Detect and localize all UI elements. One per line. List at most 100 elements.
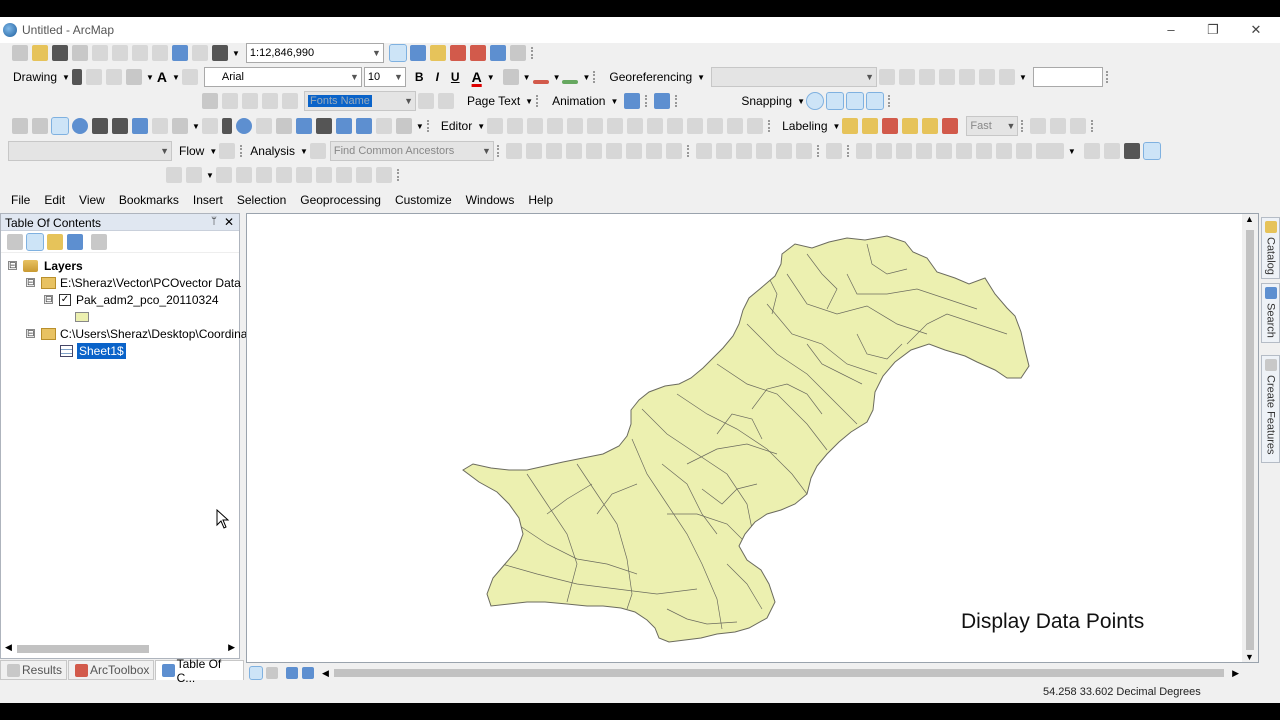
cogo-tool-7-icon[interactable]: [295, 167, 312, 183]
map-vertical-scrollbar[interactable]: ▲ ▼: [1242, 214, 1258, 662]
clear-selection-icon[interactable]: [201, 118, 218, 134]
toolbar-grip[interactable]: [888, 95, 892, 107]
edge-snapping-icon[interactable]: [866, 92, 885, 110]
toolbar-grip[interactable]: [816, 145, 821, 157]
util-tool-29-icon[interactable]: [1142, 142, 1161, 160]
scroll-thumb[interactable]: [17, 645, 149, 653]
pause-labeling-icon[interactable]: [882, 118, 899, 134]
arctoolbox-icon[interactable]: [469, 45, 486, 61]
create-features-dock-tab[interactable]: Create Features: [1261, 355, 1280, 463]
polygon-symbol-swatch[interactable]: [75, 311, 89, 322]
toolbar-grip[interactable]: [846, 145, 851, 157]
map-view[interactable]: Display Data Points ▲ ▼: [246, 213, 1259, 663]
toolbar-grip[interactable]: [1105, 71, 1110, 83]
endpoint-arc-icon[interactable]: [547, 118, 564, 134]
sketch-properties-icon[interactable]: [727, 118, 744, 134]
util-tool-26-icon[interactable]: [1083, 143, 1100, 159]
collapse-icon[interactable]: ⊟: [26, 329, 35, 338]
util-tool-20-icon[interactable]: [915, 143, 932, 159]
cogo-tool-1-icon[interactable]: [166, 167, 182, 183]
collapse-icon[interactable]: ⊟: [8, 261, 17, 270]
cogo-tool-10-icon[interactable]: [355, 167, 372, 183]
list-by-drawing-order-icon[interactable]: [7, 233, 23, 250]
util-tool-23-icon[interactable]: [975, 143, 992, 159]
georeferencing-menu[interactable]: Georeferencing: [606, 70, 695, 84]
trace-task-dropdown[interactable]: Find Common Ancestors ▼: [329, 141, 494, 161]
undo-icon[interactable]: [172, 45, 188, 61]
data-view-icon[interactable]: [249, 666, 263, 680]
search-dock-tab[interactable]: Search: [1261, 283, 1280, 343]
rotate-georef-icon[interactable]: [879, 69, 896, 85]
cogo-tool-6-icon[interactable]: [275, 167, 292, 183]
minimize-button[interactable]: –: [1153, 20, 1189, 40]
find-route-icon[interactable]: [335, 118, 352, 134]
add-data-icon[interactable]: [212, 45, 228, 61]
marker-color-icon[interactable]: [562, 80, 579, 84]
util-tool-1-icon[interactable]: [505, 143, 522, 159]
util-tool-15-icon[interactable]: [795, 143, 812, 159]
layer-symbol[interactable]: [75, 308, 89, 325]
toolbar-grip[interactable]: [530, 47, 535, 59]
trace-icon[interactable]: [567, 118, 584, 134]
tree-node-folder-desktop[interactable]: ⊟ C:\Users\Sheraz\Desktop\Coordinat: [26, 325, 251, 342]
refresh-icon[interactable]: [286, 667, 298, 679]
cogo-tool-5-icon[interactable]: [255, 167, 272, 183]
menu-insert[interactable]: Insert: [186, 193, 230, 207]
last-page-icon[interactable]: [438, 93, 454, 109]
fixed-zoom-out-icon[interactable]: [112, 118, 128, 134]
time-slider-icon[interactable]: [375, 118, 392, 134]
util-tool-28-icon[interactable]: [1123, 143, 1140, 159]
new-document-icon[interactable]: [12, 45, 28, 61]
toolbar-grip[interactable]: [1021, 120, 1025, 132]
go-forward-icon[interactable]: [152, 118, 168, 134]
attributes-icon[interactable]: [707, 118, 724, 134]
menu-file[interactable]: File: [0, 193, 37, 207]
menu-selection[interactable]: Selection: [230, 193, 293, 207]
tree-node-folder-vector[interactable]: ⊟ E:\Sheraz\Vector\PCOvector Data: [26, 274, 241, 291]
util-tool-16-icon[interactable]: [825, 143, 842, 159]
cogo-tool-2-icon[interactable]: [186, 167, 202, 183]
tab-results[interactable]: Results: [0, 660, 68, 680]
tree-node-layers[interactable]: ⊟ Layers: [8, 257, 83, 274]
select-elements-icon[interactable]: [71, 69, 82, 85]
util-tool-9-icon[interactable]: [665, 143, 682, 159]
cogo-tool-8-icon[interactable]: [315, 167, 332, 183]
create-viewer-window-icon[interactable]: [395, 118, 412, 134]
toc-horizontal-scrollbar[interactable]: ◀ ▶: [3, 642, 237, 656]
restore-button[interactable]: ❐: [1195, 20, 1231, 40]
cogo-tool-4-icon[interactable]: [235, 167, 252, 183]
scroll-left-icon[interactable]: ◀: [322, 668, 329, 679]
label-priority-icon[interactable]: [922, 118, 939, 134]
splined-text-icon[interactable]: [181, 69, 198, 85]
add-control-points-icon[interactable]: [939, 69, 956, 85]
table-of-contents-icon[interactable]: [409, 45, 426, 61]
toolbar-grip[interactable]: [768, 120, 772, 132]
list-by-visibility-icon[interactable]: [47, 233, 63, 250]
util-tool-24-icon[interactable]: [995, 143, 1012, 159]
delete-icon[interactable]: [152, 45, 168, 61]
toolbar-grip[interactable]: [536, 95, 540, 107]
label-tool-1-icon[interactable]: [1030, 118, 1047, 134]
zoom-in-icon[interactable]: [12, 118, 28, 134]
network-dropdown[interactable]: ▼: [8, 141, 172, 161]
tab-arctoolbox[interactable]: ArcToolbox: [68, 660, 155, 680]
vertex-snapping-icon[interactable]: [846, 92, 865, 110]
full-extent-icon[interactable]: [72, 118, 88, 134]
toolbar-grip[interactable]: [593, 71, 597, 83]
edit-annotation-icon[interactable]: [507, 118, 524, 134]
catalog-dock-tab[interactable]: Catalog: [1261, 217, 1280, 279]
view-link-table-icon[interactable]: [959, 69, 976, 85]
trace-solver-icon[interactable]: [309, 143, 326, 159]
rectangle-icon[interactable]: [125, 69, 142, 85]
tab-table-of-contents[interactable]: Table Of C...: [155, 657, 244, 685]
go-back-icon[interactable]: [132, 118, 148, 134]
layer-visibility-checkbox[interactable]: ✓: [59, 293, 71, 306]
map-scale-dropdown[interactable]: 1:12,846,990 ▼: [245, 43, 384, 63]
font-dropdown[interactable]: Arial ▼: [203, 67, 362, 87]
scroll-thumb[interactable]: [334, 669, 1224, 677]
model-builder-icon[interactable]: [509, 45, 526, 61]
georef-input[interactable]: [1032, 67, 1103, 87]
toolbar-grip[interactable]: [496, 145, 501, 157]
animation-capture-icon[interactable]: [624, 93, 641, 109]
menu-view[interactable]: View: [72, 193, 112, 207]
